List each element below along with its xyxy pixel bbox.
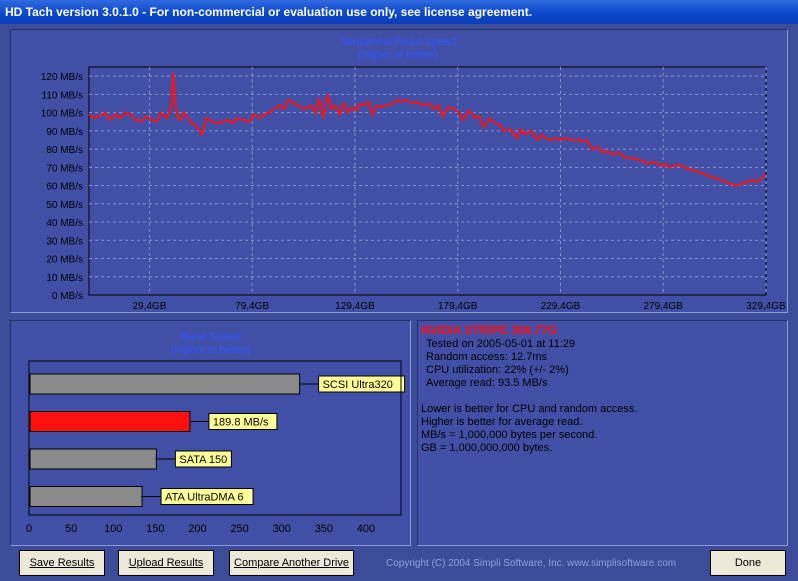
window-title: HD Tach version 3.0.1.0 - For non-commer… xyxy=(5,5,533,19)
note-higher-better: Higher is better for average read. xyxy=(421,416,583,428)
burst-chart-subtitle: (higher is better) xyxy=(171,344,251,356)
seq-y-tick-label: 30 MB/s xyxy=(46,236,83,247)
done-label: Done xyxy=(734,557,762,569)
sequential-read-chart: Sequential Read Speed (higher is better)… xyxy=(41,36,786,312)
seq-x-tick-label: 129,4GB xyxy=(335,301,375,312)
burst-x-tick-label: 400 xyxy=(357,523,375,535)
burst-x-tick-label: 200 xyxy=(188,523,206,535)
seq-chart-title: Sequential Read Speed xyxy=(340,36,456,48)
seq-x-tick-label: 179,4GB xyxy=(438,301,478,312)
seq-x-tick-label: 279,4GB xyxy=(643,301,683,312)
sequential-read-panel: Sequential Read Speed (higher is better)… xyxy=(10,29,788,313)
seq-x-tick-label: 329,4GB xyxy=(746,301,786,312)
seq-plot-area xyxy=(88,66,767,296)
seq-y-tick-label: 20 MB/s xyxy=(46,255,83,266)
drive-info-panel: NVIDIA STRIPE 306.77G Tested on 2005-05-… xyxy=(417,320,788,546)
note-mbs-definition: MB/s = 1,000,000 bytes per second. xyxy=(421,429,598,441)
burst-x-tick-label: 50 xyxy=(65,523,77,535)
seq-x-tick-label: 79,4GB xyxy=(235,301,269,312)
average-read: Average read: 93.5 MB/s xyxy=(426,377,548,389)
burst-bar xyxy=(29,448,157,470)
cpu-utilization: CPU utilization: 22% (+/- 2%) xyxy=(426,364,569,376)
burst-x-tick-label: 150 xyxy=(146,523,164,535)
seq-y-tick-label: 120 MB/s xyxy=(41,72,83,83)
note-gb-definition: GB = 1,000,000,000 bytes. xyxy=(421,442,553,454)
done-button[interactable]: Done xyxy=(710,550,786,576)
burst-x-tick-label: 250 xyxy=(230,523,248,535)
note-lower-better: Lower is better for CPU and random acces… xyxy=(421,403,638,415)
compare-drive-label: Compare Another Drive xyxy=(234,557,349,569)
burst-bar-label: 189.8 MB/s xyxy=(213,417,269,429)
seq-chart-subtitle: (higher is better) xyxy=(358,49,438,61)
burst-bar-label: SATA 150 xyxy=(179,454,227,466)
seq-y-tick-label: 110 MB/s xyxy=(42,90,84,101)
burst-x-tick-label: 300 xyxy=(273,523,291,535)
seq-y-tick-label: 0 MB/s xyxy=(52,291,83,302)
seq-y-tick-label: 70 MB/s xyxy=(46,163,83,174)
burst-bar xyxy=(29,373,301,395)
tested-on: Tested on 2005-05-01 at 11:29 xyxy=(426,338,576,350)
seq-x-tick-label: 229,4GB xyxy=(541,301,581,312)
upload-results-label: Upload Results xyxy=(128,557,204,569)
burst-bar-label: ATA UltraDMA 6 xyxy=(165,492,243,504)
burst-bar xyxy=(29,411,191,432)
burst-chart-title: Burst Speed xyxy=(181,331,242,343)
seq-y-tick-label: 10 MB/s xyxy=(46,273,83,284)
copyright-text: Copyright (C) 2004 Simpli Software, Inc.… xyxy=(386,558,677,569)
burst-bar xyxy=(29,486,143,507)
burst-bar-label: SCSI Ultra320 xyxy=(323,379,393,391)
burst-speed-chart: Burst Speed (higher is better) SCSI Ultr… xyxy=(26,331,406,535)
seq-y-tick-label: 100 MB/s xyxy=(41,109,83,120)
seq-y-tick-label: 80 MB/s xyxy=(46,145,83,156)
seq-y-tick-label: 50 MB/s xyxy=(46,200,83,211)
seq-y-tick-label: 90 MB/s xyxy=(46,127,83,138)
upload-results-button[interactable]: Upload Results xyxy=(118,550,214,576)
drive-name: NVIDIA STRIPE 306.77G xyxy=(421,323,558,337)
seq-y-tick-label: 40 MB/s xyxy=(46,218,83,229)
save-results-label: Save Results xyxy=(29,557,95,569)
burst-x-tick-label: 0 xyxy=(26,523,32,535)
save-results-button[interactable]: Save Results xyxy=(19,550,105,576)
compare-drive-button[interactable]: Compare Another Drive xyxy=(229,550,354,576)
burst-x-tick-label: 350 xyxy=(315,523,333,535)
burst-x-tick-label: 100 xyxy=(104,523,122,535)
seq-x-tick-label: 29,4GB xyxy=(132,301,166,312)
random-access: Random access: 12.7ms xyxy=(426,351,548,363)
seq-y-tick-label: 60 MB/s xyxy=(46,182,83,193)
window-title-bar: HD Tach version 3.0.1.0 - For non-commer… xyxy=(0,0,798,24)
burst-speed-panel: Burst Speed (higher is better) SCSI Ultr… xyxy=(10,320,411,546)
